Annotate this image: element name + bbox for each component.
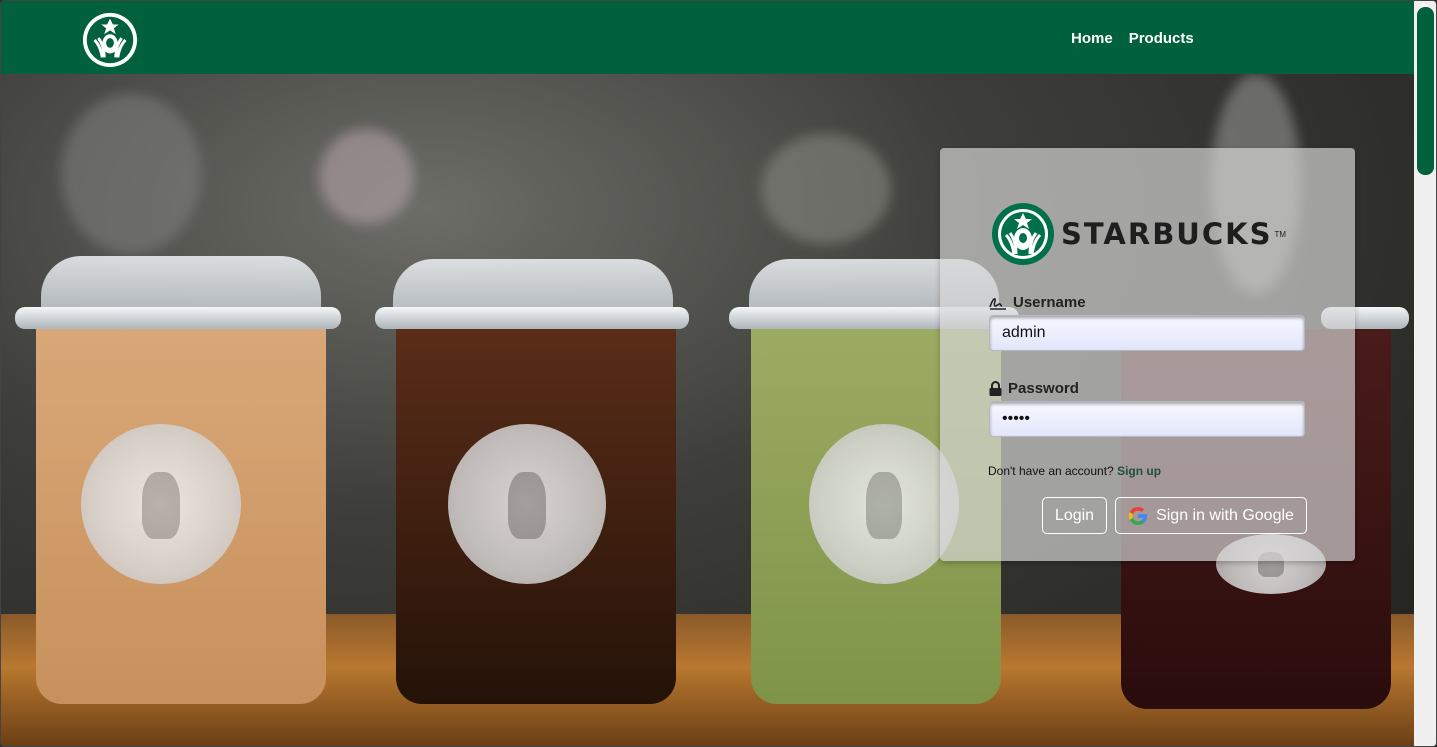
page-scrollbar[interactable] (1414, 1, 1436, 746)
username-input[interactable] (989, 315, 1305, 351)
scrollbar-thumb[interactable] (1417, 7, 1434, 175)
brand-logo: STARBUCKS TM (991, 202, 1286, 266)
lock-icon (989, 381, 1002, 396)
google-signin-button[interactable]: Sign in with Google (1115, 497, 1307, 534)
top-navbar: Home Products (1, 1, 1415, 74)
google-g-icon (1129, 506, 1148, 525)
signup-prompt-text: Don't have an account? (988, 464, 1114, 478)
password-label: Password (989, 380, 1079, 397)
password-label-text: Password (1008, 380, 1079, 397)
nav-link-products[interactable]: Products (1129, 30, 1194, 47)
username-label: Username (989, 294, 1086, 311)
brand-trademark: TM (1274, 229, 1287, 239)
username-label-text: Username (1013, 294, 1086, 311)
signup-link[interactable]: Sign up (1117, 464, 1161, 478)
nav-link-home[interactable]: Home (1071, 30, 1113, 47)
password-input[interactable] (989, 401, 1305, 437)
starbucks-siren-logo-icon[interactable] (80, 11, 140, 69)
login-card: STARBUCKS TM Username Password Don't hav… (940, 148, 1355, 561)
signup-prompt: Don't have an account? Sign up (988, 464, 1161, 478)
browser-viewport: Home Products STARBUCKS TM Username admi… (0, 0, 1437, 747)
starbucks-siren-logo-icon (992, 203, 1054, 265)
signature-icon (989, 297, 1006, 310)
google-signin-label: Sign in with Google (1156, 506, 1294, 524)
brand-wordmark: STARBUCKS (1061, 217, 1273, 251)
login-button[interactable]: Login (1042, 497, 1107, 534)
